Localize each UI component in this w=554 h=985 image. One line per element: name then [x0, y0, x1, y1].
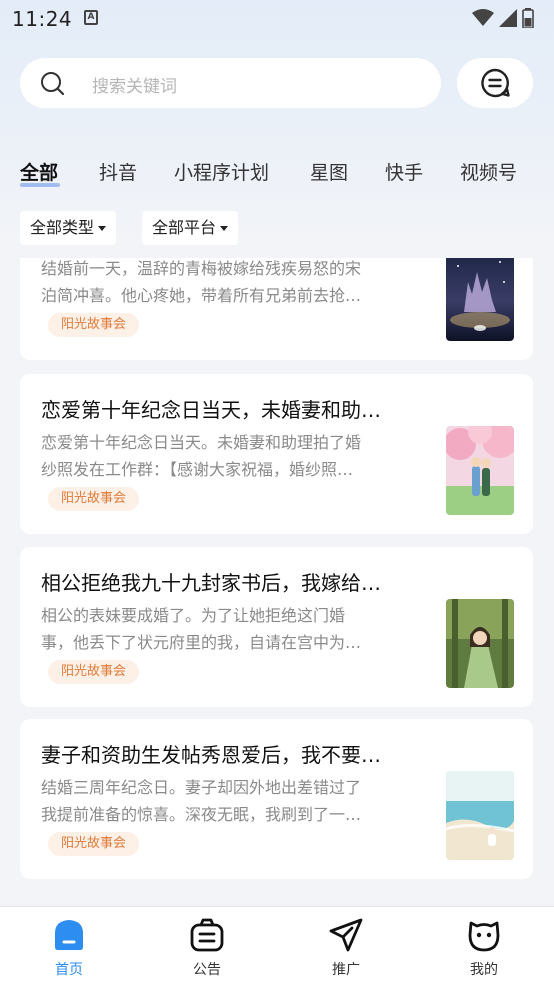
- platform-filter-label: 全部平台: [152, 218, 217, 237]
- cherry-blossom-couple-cover: [446, 426, 514, 515]
- card-title: 恋爱第十年纪念日当天，未婚妻和助…: [41, 398, 381, 422]
- card-title: 相公拒绝我九十九封家书后，我嫁给…: [41, 571, 381, 595]
- list-item[interactable]: 结婚前一天，温辞的青梅被嫁给残疾易怒的宋 泊简冲喜。他心疼她，带着所有兄弟前去抢…: [20, 258, 533, 360]
- tab-douyin[interactable]: 抖音: [99, 158, 137, 185]
- source-tag: 阳光故事会: [48, 660, 140, 684]
- nav-promotion[interactable]: 推广: [296, 907, 396, 985]
- nav-profile-label: 我的: [470, 962, 498, 978]
- card-title: 妻子和资助生发帖秀恩爱后，我不要…: [41, 743, 381, 767]
- nav-announcement-label: 公告: [193, 962, 221, 978]
- list-item[interactable]: 相公拒绝我九十九封家书后，我嫁给… 相公的表妹要成婚了。为了让她拒绝这门婚 事，…: [20, 547, 533, 707]
- battery-icon: [522, 8, 534, 28]
- card-description: 结婚三周年纪念日。妻子却因外地出差错过了 我提前准备的惊喜。深夜无眠，我刷到了一…: [41, 778, 362, 824]
- nav-home-label: 首页: [55, 962, 83, 978]
- seaside-painting-cover: [446, 771, 514, 860]
- home-icon: [55, 920, 83, 950]
- nav-promotion-label: 推广: [332, 962, 360, 978]
- platform-tabs: 全部 抖音 小程序计划 星图 快手 视频号: [20, 158, 540, 192]
- status-time: 11:24: [12, 7, 73, 31]
- nav-profile[interactable]: 我的: [434, 907, 534, 985]
- paper-plane-icon: [329, 918, 363, 952]
- nav-announcement[interactable]: 公告: [157, 907, 257, 985]
- list-item[interactable]: 妻子和资助生发帖秀恩爱后，我不要… 结婚三周年纪念日。妻子却因外地出差错过了 我…: [20, 719, 533, 879]
- signal-icon: [499, 9, 517, 27]
- search-placeholder: 搜索关键词: [92, 77, 177, 97]
- chat-bubble-icon: [481, 68, 510, 98]
- status-icons: [472, 8, 534, 28]
- tab-kuaishou[interactable]: 快手: [385, 158, 423, 185]
- castle-night-cover: [446, 258, 514, 341]
- tab-channels[interactable]: 视频号: [460, 158, 517, 185]
- caret-down-icon: [220, 226, 229, 231]
- story-list[interactable]: 结婚前一天，温辞的青梅被嫁给残疾易怒的宋 泊简冲喜。他心疼她，带着所有兄弟前去抢…: [0, 258, 554, 906]
- keyboard-a-icon: A: [84, 10, 98, 25]
- list-item[interactable]: 恋爱第十年纪念日当天，未婚妻和助… 恋爱第十年纪念日当天。未婚妻和助理拍了婚 纱…: [20, 374, 533, 534]
- caret-down-icon: [98, 226, 107, 231]
- tab-mini-program[interactable]: 小程序计划: [174, 158, 269, 185]
- source-tag: 阳光故事会: [48, 832, 140, 856]
- type-filter-label: 全部类型: [30, 218, 95, 237]
- tab-xingtu[interactable]: 星图: [310, 158, 348, 185]
- type-filter-dropdown[interactable]: 全部类型: [20, 211, 117, 245]
- status-bar: 11:24 A: [0, 0, 554, 40]
- search-input[interactable]: 搜索关键词: [20, 58, 441, 108]
- bottom-navigation: 首页 公告 推广 我的: [0, 906, 554, 985]
- source-tag: 阳光故事会: [48, 313, 140, 337]
- message-button[interactable]: [457, 58, 533, 108]
- green-hanfu-girl-cover: [446, 599, 514, 688]
- tab-all[interactable]: 全部: [20, 158, 58, 185]
- search-icon: [41, 72, 65, 96]
- source-tag: 阳光故事会: [48, 487, 140, 511]
- card-description: 相公的表妹要成婚了。为了让她拒绝这门婚 事，他丢下了状元府里的我，自请在宫中为…: [41, 606, 362, 652]
- platform-filter-dropdown[interactable]: 全部平台: [142, 211, 239, 245]
- announcement-icon: [190, 918, 224, 952]
- wifi-icon: [472, 9, 494, 26]
- card-description: 结婚前一天，温辞的青梅被嫁给残疾易怒的宋 泊简冲喜。他心疼她，带着所有兄弟前去抢…: [41, 259, 362, 305]
- card-description: 恋爱第十年纪念日当天。未婚妻和助理拍了婚 纱照发在工作群：【感谢大家祝福，婚纱照…: [41, 433, 362, 479]
- nav-home[interactable]: 首页: [19, 907, 119, 985]
- profile-face-icon: [468, 921, 500, 952]
